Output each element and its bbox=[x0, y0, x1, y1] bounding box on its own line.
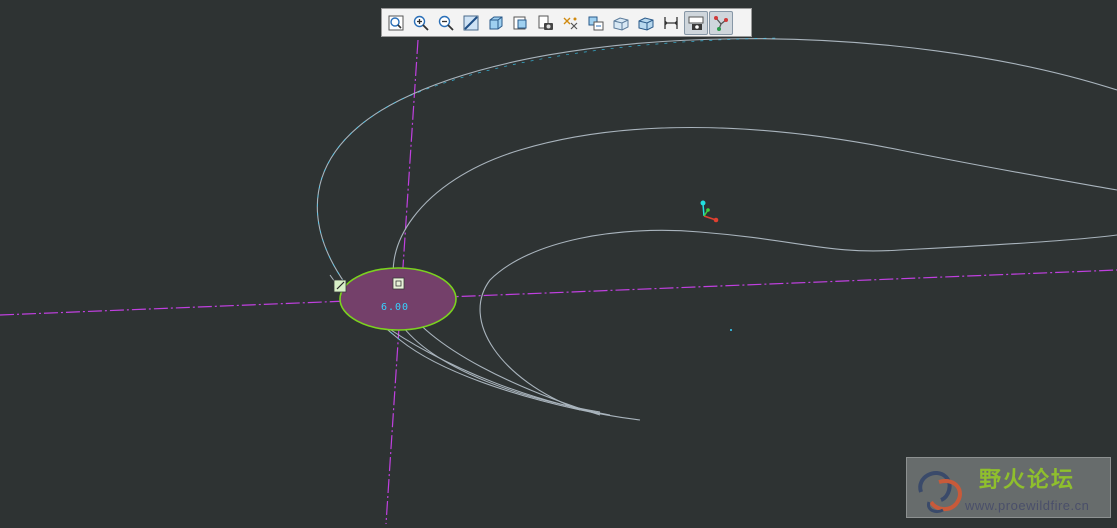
watermark-title: 野火论坛 bbox=[979, 468, 1076, 493]
forum-logo-icon bbox=[918, 471, 962, 514]
sketch-setup-icon bbox=[664, 16, 678, 29]
outer-trajectory-curve bbox=[316, 38, 1117, 421]
sketch-setup-button[interactable] bbox=[659, 11, 683, 35]
view-manager-button[interactable] bbox=[534, 11, 558, 35]
section-origin-marker[interactable] bbox=[392, 277, 405, 290]
zoom-in-icon bbox=[413, 15, 429, 31]
graphics-window[interactable]: 6.00 bbox=[0, 0, 1117, 525]
coordinate-system-icon bbox=[700, 200, 719, 223]
saved-orientations-icon bbox=[513, 16, 527, 29]
saved-orientations-button[interactable] bbox=[509, 11, 533, 35]
zoom-in-button[interactable] bbox=[409, 11, 433, 35]
annotation-display-icon bbox=[588, 16, 604, 30]
trajectory-button[interactable] bbox=[709, 10, 733, 35]
section-view-icon bbox=[638, 16, 654, 31]
annotation-display-button[interactable] bbox=[584, 11, 608, 35]
spin-center-icon bbox=[613, 16, 629, 31]
sketch-view-icon bbox=[688, 16, 704, 30]
zoom-out-button[interactable] bbox=[434, 11, 458, 35]
display-style-icon bbox=[489, 16, 503, 29]
section-sketch-ellipse[interactable] bbox=[339, 267, 457, 331]
repaint-button[interactable] bbox=[459, 11, 483, 35]
refit-icon bbox=[388, 15, 404, 30]
datum-axis-horizontal bbox=[0, 269, 1117, 316]
view-toolbar bbox=[381, 8, 752, 37]
spin-center-button[interactable] bbox=[609, 11, 633, 35]
forum-watermark: 野火论坛 www.proewildfire.cn bbox=[906, 457, 1111, 518]
start-point-marker[interactable] bbox=[333, 279, 347, 293]
repaint-icon bbox=[463, 15, 479, 30]
middle-trajectory-curve bbox=[392, 126, 1117, 416]
sketch-view-button[interactable] bbox=[684, 10, 708, 35]
datum-display-button[interactable] bbox=[559, 11, 583, 35]
dimension-label[interactable]: 6.00 bbox=[381, 302, 409, 313]
model-canvas[interactable] bbox=[0, 0, 1117, 525]
section-view-button[interactable] bbox=[634, 11, 658, 35]
datum-display-icon bbox=[563, 17, 578, 29]
view-manager-icon bbox=[538, 15, 553, 30]
watermark-url: www.proewildfire.cn bbox=[965, 498, 1090, 513]
trajectory-icon bbox=[714, 15, 728, 31]
datum-point bbox=[730, 329, 732, 331]
refit-button[interactable] bbox=[384, 11, 408, 35]
display-style-button[interactable] bbox=[484, 11, 508, 35]
inner-trajectory-curve bbox=[479, 229, 1117, 411]
zoom-out-icon bbox=[438, 15, 454, 31]
